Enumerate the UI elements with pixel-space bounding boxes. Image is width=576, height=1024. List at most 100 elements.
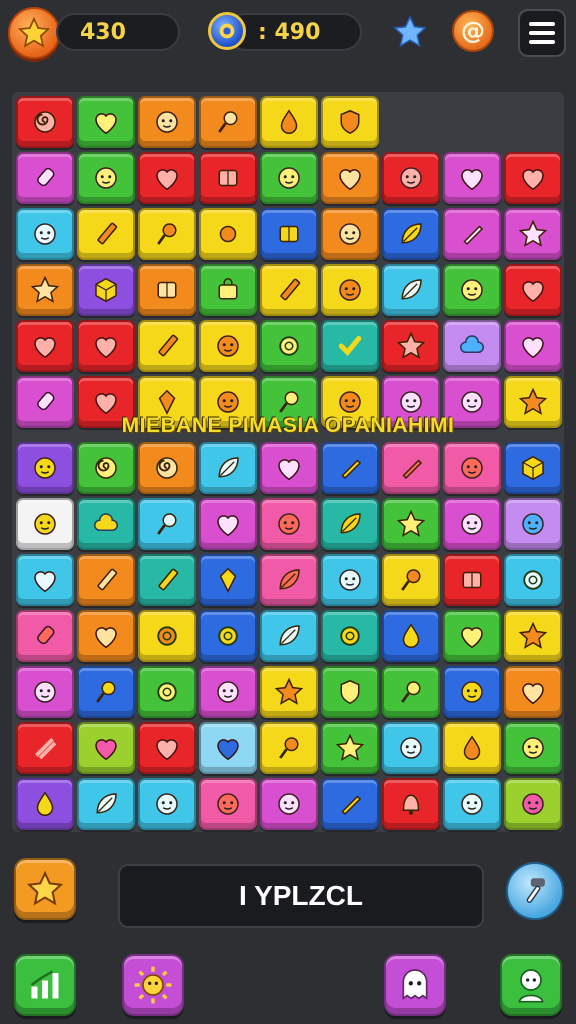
tile-face[interactable] (443, 498, 501, 550)
tile-face[interactable] (260, 152, 318, 204)
tile-face[interactable] (138, 778, 196, 830)
tile-pencil[interactable] (77, 208, 135, 260)
tile-ring[interactable] (321, 610, 379, 662)
tile-cube[interactable] (77, 264, 135, 316)
tile-face[interactable] (260, 778, 318, 830)
tile-spiral[interactable] (138, 442, 196, 494)
tile-brush[interactable] (321, 778, 379, 830)
tile-dot[interactable] (199, 208, 257, 260)
tile-face[interactable] (443, 778, 501, 830)
menu-button[interactable] (518, 9, 566, 57)
tile-pencil[interactable] (138, 320, 196, 372)
tile-face[interactable] (16, 666, 74, 718)
tile-ring[interactable] (260, 320, 318, 372)
tile-bell[interactable] (382, 778, 440, 830)
tile-face[interactable] (199, 778, 257, 830)
tile-pin[interactable] (199, 96, 257, 148)
tile-brush[interactable] (321, 442, 379, 494)
tile-star[interactable] (504, 610, 562, 662)
tile-heart[interactable] (260, 442, 318, 494)
sun-button[interactable] (122, 954, 184, 1016)
tile-face[interactable] (504, 498, 562, 550)
tile-sticks[interactable] (16, 722, 74, 774)
tile-face[interactable] (504, 722, 562, 774)
tile-shield[interactable] (321, 96, 379, 148)
tile-heart[interactable] (504, 264, 562, 316)
hint-button[interactable] (506, 862, 564, 920)
tile-cloud[interactable] (443, 320, 501, 372)
tile-pin[interactable] (138, 208, 196, 260)
tile-heart[interactable] (77, 320, 135, 372)
tile-face[interactable] (16, 208, 74, 260)
tile-spiral[interactable] (77, 442, 135, 494)
tile-pin[interactable] (382, 554, 440, 606)
tile-heart[interactable] (138, 152, 196, 204)
tile-ring[interactable] (138, 610, 196, 662)
tile-leaf[interactable] (77, 778, 135, 830)
tile-face[interactable] (16, 498, 74, 550)
star-button[interactable] (14, 858, 76, 920)
tile-face[interactable] (382, 152, 440, 204)
tile-box[interactable] (443, 554, 501, 606)
tile-star[interactable] (382, 498, 440, 550)
tile-heart[interactable] (16, 320, 74, 372)
tile-face[interactable] (199, 320, 257, 372)
tile-heart[interactable] (199, 498, 257, 550)
tile-heart[interactable] (77, 610, 135, 662)
tile-candy[interactable] (16, 152, 74, 204)
tile-leaf[interactable] (382, 208, 440, 260)
tile-leaf[interactable] (199, 442, 257, 494)
tile-ring[interactable] (138, 666, 196, 718)
tile-heart[interactable] (504, 666, 562, 718)
tile-face[interactable] (16, 442, 74, 494)
tile-face[interactable] (321, 208, 379, 260)
tile-drop[interactable] (443, 722, 501, 774)
tile-pin[interactable] (77, 666, 135, 718)
tile-pencil[interactable] (260, 264, 318, 316)
tile-face[interactable] (138, 96, 196, 148)
tile-face[interactable] (260, 498, 318, 550)
tile-leaf[interactable] (260, 554, 318, 606)
tile-box[interactable] (138, 264, 196, 316)
tile-heart[interactable] (504, 320, 562, 372)
tile-drop[interactable] (260, 96, 318, 148)
tile-heart[interactable] (138, 722, 196, 774)
ghost-button[interactable] (384, 954, 446, 1016)
tile-heart[interactable] (443, 610, 501, 662)
tile-drop[interactable] (16, 778, 74, 830)
tile-candy[interactable] (16, 610, 74, 662)
tile-face[interactable] (321, 554, 379, 606)
tile-heart[interactable] (16, 554, 74, 606)
tile-brush[interactable] (443, 208, 501, 260)
tile-gem[interactable] (199, 554, 257, 606)
tile-check[interactable] (321, 320, 379, 372)
tile-heart[interactable] (443, 152, 501, 204)
tile-leaf[interactable] (382, 264, 440, 316)
tile-star[interactable] (504, 208, 562, 260)
tile-heart[interactable] (321, 152, 379, 204)
tile-pin[interactable] (138, 498, 196, 550)
tile-brush[interactable] (382, 442, 440, 494)
tile-star[interactable] (382, 320, 440, 372)
stats-button[interactable] (14, 954, 76, 1016)
tile-drop[interactable] (382, 610, 440, 662)
tile-pin[interactable] (260, 722, 318, 774)
tile-heart[interactable] (504, 152, 562, 204)
tile-pencil[interactable] (77, 554, 135, 606)
tile-pencil[interactable] (138, 554, 196, 606)
tile-ring[interactable] (199, 610, 257, 662)
tile-leaf[interactable] (321, 498, 379, 550)
tile-bag[interactable] (199, 264, 257, 316)
tile-heart[interactable] (77, 96, 135, 148)
tile-face[interactable] (443, 264, 501, 316)
blue-star-icon[interactable] (390, 12, 430, 52)
tile-face[interactable] (382, 722, 440, 774)
tile-box[interactable] (199, 152, 257, 204)
tile-face[interactable] (77, 152, 135, 204)
tile-face[interactable] (443, 442, 501, 494)
tile-star[interactable] (260, 666, 318, 718)
tile-shield[interactable] (321, 666, 379, 718)
tile-leaf[interactable] (260, 610, 318, 662)
tile-face[interactable] (504, 778, 562, 830)
character-button[interactable] (500, 954, 562, 1016)
